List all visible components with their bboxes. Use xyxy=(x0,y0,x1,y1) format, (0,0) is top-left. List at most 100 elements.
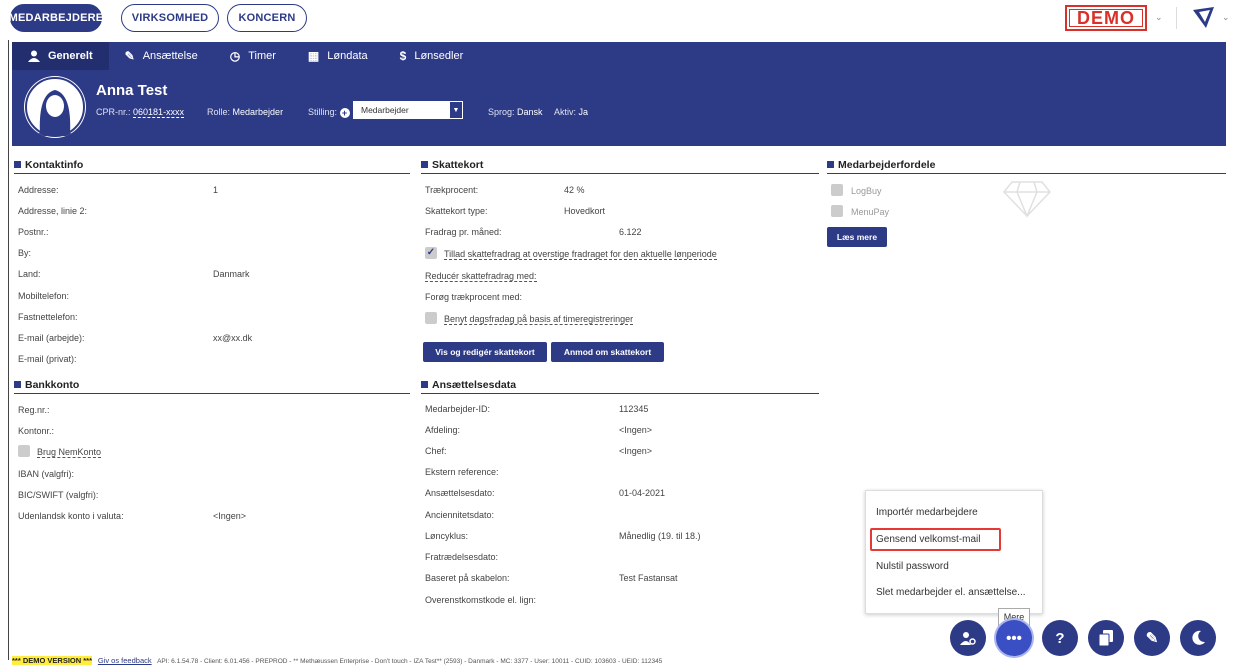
email-arbejde-label: E-mail (arbejde): xyxy=(18,333,85,343)
menupay-label: MenuPay xyxy=(851,207,890,217)
aktiv-label: Aktiv: xyxy=(554,107,577,117)
medarbejder-id-label: Medarbejder-ID: xyxy=(425,404,491,414)
bic-label: BIC/SWIFT (valgfri): xyxy=(18,490,99,500)
employee-tabs: Generelt ✎ Ansættelse ◷ Timer ▦ Løndata … xyxy=(12,42,1226,70)
user-icon xyxy=(28,50,40,62)
dropdown-arrow-icon: ▼ xyxy=(449,101,463,119)
sprog-label: Sprog: xyxy=(488,107,515,117)
demo-version-label: *** DEMO VERSION *** xyxy=(12,656,93,665)
kontonr-label: Kontonr.: xyxy=(18,426,55,436)
menu-item-importer[interactable]: Importér medarbejdere xyxy=(876,507,978,518)
benyt-label[interactable]: Benyt dagsfradag på basis af timeregistr… xyxy=(444,314,634,325)
laes-mere-button[interactable]: Læs mere xyxy=(827,227,887,247)
mobil-label: Mobiltelefon: xyxy=(18,291,70,301)
left-border xyxy=(8,40,9,660)
edit-button[interactable]: ✎ xyxy=(1134,620,1170,656)
afdeling-value: <Ingen> xyxy=(619,425,653,435)
loencyklus-label: Løncyklus: xyxy=(425,531,469,541)
dark-mode-button[interactable] xyxy=(1180,620,1216,656)
anmod-skattekort-button[interactable]: Anmod om skattekort xyxy=(551,342,664,362)
menu-item-gensend[interactable]: Gensend velkomst-mail xyxy=(876,534,980,545)
section-kontaktinfo: Kontaktinfo xyxy=(14,156,410,174)
menu-item-nulstil[interactable]: Nulstil password xyxy=(876,561,949,572)
ansaettelsesdato-value: 01-04-2021 xyxy=(619,488,666,498)
addresse-linie2-label: Addresse, linie 2: xyxy=(18,206,88,216)
benyt-checkbox[interactable] xyxy=(425,312,437,324)
cpr-label: CPR-nr.: xyxy=(96,107,131,117)
nav-koncern-button[interactable]: KONCERN xyxy=(227,4,307,32)
add-icon[interactable]: + xyxy=(339,107,350,118)
edit-document-icon: ✎ xyxy=(124,49,135,63)
ansaettelsesdato-label: Ansættelsesdato: xyxy=(425,488,495,498)
logbuy-label: LogBuy xyxy=(851,186,882,196)
tab-generelt[interactable]: Generelt xyxy=(12,42,109,70)
cpr-value[interactable]: 060181-xxxx xyxy=(133,107,185,118)
question-icon: ? xyxy=(1055,629,1065,647)
help-button[interactable]: ? xyxy=(1042,620,1078,656)
ekstern-reference-label: Ekstern reference: xyxy=(425,467,499,477)
tillad-label[interactable]: Tillad skattefradrag at overstige fradra… xyxy=(444,249,717,260)
tab-loendata[interactable]: ▦ Løndata xyxy=(292,42,384,70)
tab-label: Løndata xyxy=(327,50,368,62)
nemkonto-label[interactable]: Brug NemKonto xyxy=(37,447,102,458)
tillad-checkbox[interactable]: ✓ xyxy=(425,247,437,259)
copy-button[interactable] xyxy=(1088,620,1124,656)
nav-virksomhed-button[interactable]: VIRKSOMHED xyxy=(121,4,219,32)
reducer-label[interactable]: Reducér skattefradrag med: xyxy=(425,271,537,282)
afdeling-label: Afdeling: xyxy=(425,425,461,435)
person-silhouette-icon xyxy=(25,77,85,137)
menupay-checkbox[interactable] xyxy=(831,205,843,217)
skabelon-value: Test Fastansat xyxy=(619,573,678,583)
stilling-value: Medarbejder xyxy=(361,105,409,115)
stilling-select[interactable]: Medarbejder ▼ xyxy=(353,101,463,119)
land-label: Land: xyxy=(18,269,41,279)
email-privat-label: E-mail (privat): xyxy=(18,354,77,364)
sprog-value: Dansk xyxy=(517,107,543,117)
addresse-label: Addresse: xyxy=(18,185,59,195)
chevron-down-icon[interactable]: ⌄ xyxy=(1155,12,1163,23)
company-logo-icon[interactable] xyxy=(1190,4,1220,32)
tab-timer[interactable]: ◷ Timer xyxy=(214,42,292,70)
user-gear-icon xyxy=(960,632,976,645)
logbuy-checkbox[interactable] xyxy=(831,184,843,196)
employee-header: Anna Test CPR-nr.: 060181-xxxx Rolle: Me… xyxy=(12,70,1226,146)
fradrag-value: 6.122 xyxy=(619,227,642,237)
table-icon: ▦ xyxy=(307,49,320,63)
medarbejder-id-value: 112345 xyxy=(619,404,649,414)
anciennitetsdato-label: Anciennitetsdato: xyxy=(425,510,495,520)
nemkonto-checkbox[interactable] xyxy=(18,445,30,457)
section-medarbejderfordele: Medarbejderfordele xyxy=(827,156,1226,174)
more-button[interactable]: ••• xyxy=(996,620,1032,656)
section-ansaettelsesdata: Ansættelsesdata xyxy=(421,376,819,394)
tab-loensedler[interactable]: $ Lønsedler xyxy=(384,42,480,70)
fratraedelsesdato-label: Fratrædelsesdato: xyxy=(425,552,499,562)
tab-label: Lønsedler xyxy=(414,50,464,62)
menu-item-slet[interactable]: Slet medarbejder el. ansættelse... xyxy=(876,587,1026,598)
diamond-icon xyxy=(1003,181,1051,218)
footer: *** DEMO VERSION *** Giv os feedback API… xyxy=(12,656,662,665)
top-bar: MEDARBEJDERE VIRKSOMHED KONCERN DEMO ⌄ ⌄ xyxy=(0,0,1236,36)
skabelon-label: Baseret på skabelon: xyxy=(425,573,510,583)
dollar-icon: $ xyxy=(399,49,407,63)
rolle-label: Rolle: xyxy=(207,107,231,117)
traekprocent-label: Trækprocent: xyxy=(425,185,479,195)
feedback-link[interactable]: Giv os feedback xyxy=(98,656,152,665)
email-arbejde-value: xx@xx.dk xyxy=(213,333,253,343)
user-admin-button[interactable] xyxy=(950,620,986,656)
employee-name: Anna Test xyxy=(96,82,168,99)
chef-value: <Ingen> xyxy=(619,446,653,456)
tab-label: Generelt xyxy=(48,50,93,62)
build-info: API: 6.1.54.78 - Client: 6.01.456 - PREP… xyxy=(157,658,663,665)
tab-ansaettelse[interactable]: ✎ Ansættelse xyxy=(109,42,214,70)
clock-icon: ◷ xyxy=(229,49,241,63)
chef-label: Chef: xyxy=(425,446,447,456)
land-value: Danmark xyxy=(213,269,250,279)
udenlandsk-value: <Ingen> xyxy=(213,511,247,521)
overenskomst-label: Overenstkomstkode el. lign: xyxy=(425,595,537,605)
nav-medarbejdere-button[interactable]: MEDARBEJDERE xyxy=(9,4,103,32)
section-bankkonto: Bankkonto xyxy=(14,376,410,394)
vis-rediger-skattekort-button[interactable]: Vis og redigér skattekort xyxy=(423,342,547,362)
chevron-down-icon[interactable]: ⌄ xyxy=(1222,12,1230,23)
more-actions-menu: Importér medarbejdere Gensend velkomst-m… xyxy=(865,490,1043,614)
demo-badge: DEMO xyxy=(1065,5,1147,31)
